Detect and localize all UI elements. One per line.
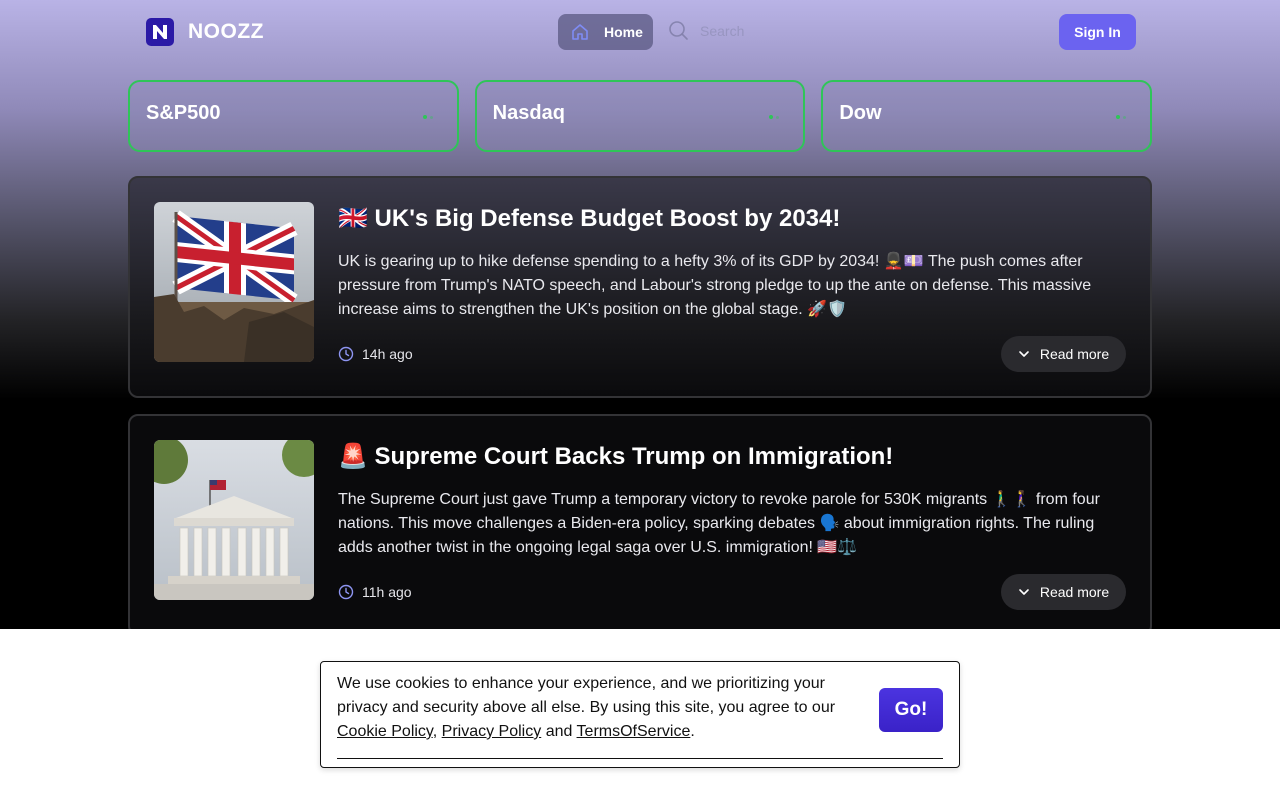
privacy-policy-link[interactable]: Privacy Policy [442, 723, 542, 740]
cookie-consent-dialog: We use cookies to enhance your experienc… [320, 661, 960, 768]
ticker-dow[interactable]: Dow [821, 80, 1153, 152]
home-nav-button[interactable]: Home [558, 14, 653, 50]
accept-cookies-button[interactable]: Go! [879, 688, 943, 732]
article-card[interactable]: 🚨 Supreme Court Backs Trump on Immigrati… [128, 414, 1152, 636]
ticker-name: S&P500 [146, 102, 221, 124]
read-more-button[interactable]: Read more [1001, 574, 1126, 610]
ticker-name: Dow [839, 102, 882, 124]
chevron-down-icon [1019, 351, 1029, 357]
cookie-divider [337, 758, 943, 759]
ticker-sparkline-tail [776, 116, 780, 119]
cookie-policy-link[interactable]: Cookie Policy [337, 723, 433, 740]
cookie-text: We use cookies to enhance your experienc… [337, 672, 857, 744]
ticker-sparkline [1116, 115, 1121, 119]
clock-icon [338, 346, 354, 362]
ticker-sparkline [769, 115, 774, 119]
top-navbar: NOOZZ Home Sign In [0, 0, 1280, 64]
article-card[interactable]: 🇬🇧 UK's Big Defense Budget Boost by 2034… [128, 176, 1152, 398]
time-label: 11h ago [362, 584, 412, 600]
ticker-sparkline-tail [1123, 116, 1127, 119]
ticker-sparkline-tail [429, 116, 433, 119]
article-timestamp: 14h ago [338, 346, 413, 362]
sign-in-button[interactable]: Sign In [1059, 14, 1136, 50]
article-timestamp: 11h ago [338, 584, 412, 600]
article-image-uk-flag[interactable] [154, 202, 314, 362]
cookie-banner-area: We use cookies to enhance your experienc… [0, 629, 1280, 800]
cookie-and: and [545, 723, 573, 740]
home-label: Home [604, 24, 643, 40]
cookie-period: . [690, 723, 695, 740]
terms-of-service-link[interactable]: TermsOfService [577, 723, 691, 740]
logo-text: NOOZZ [188, 20, 264, 43]
article-title[interactable]: 🇬🇧 UK's Big Defense Budget Boost by 2034… [338, 204, 840, 233]
ticker-sp500[interactable]: S&P500 [128, 80, 459, 152]
read-more-button[interactable]: Read more [1001, 336, 1126, 372]
market-tickers: S&P500 Nasdaq Dow [128, 80, 1153, 152]
search-icon [669, 21, 688, 40]
article-image-supreme-court[interactable] [154, 440, 314, 600]
cookie-separator: , [432, 723, 438, 740]
search-bar[interactable] [668, 20, 820, 42]
cookie-message: We use cookies to enhance your experienc… [337, 675, 836, 716]
search-input[interactable] [700, 23, 820, 39]
ticker-sparkline [422, 115, 427, 119]
clock-icon [338, 584, 354, 600]
ticker-name: Nasdaq [492, 102, 565, 124]
read-more-label: Read more [1039, 584, 1110, 600]
article-summary: The Supreme Court just gave Trump a temp… [338, 491, 1100, 556]
read-more-label: Read more [1039, 346, 1110, 362]
time-label: 14h ago [362, 346, 413, 362]
article-summary: UK is gearing up to hike defense spendin… [338, 253, 1092, 318]
chevron-down-icon [1019, 589, 1029, 595]
logo-icon [146, 18, 174, 46]
logo[interactable]: NOOZZ [146, 18, 264, 46]
ticker-nasdaq[interactable]: Nasdaq [474, 80, 806, 152]
home-icon [572, 24, 588, 40]
article-title[interactable]: 🚨 Supreme Court Backs Trump on Immigrati… [338, 442, 893, 471]
